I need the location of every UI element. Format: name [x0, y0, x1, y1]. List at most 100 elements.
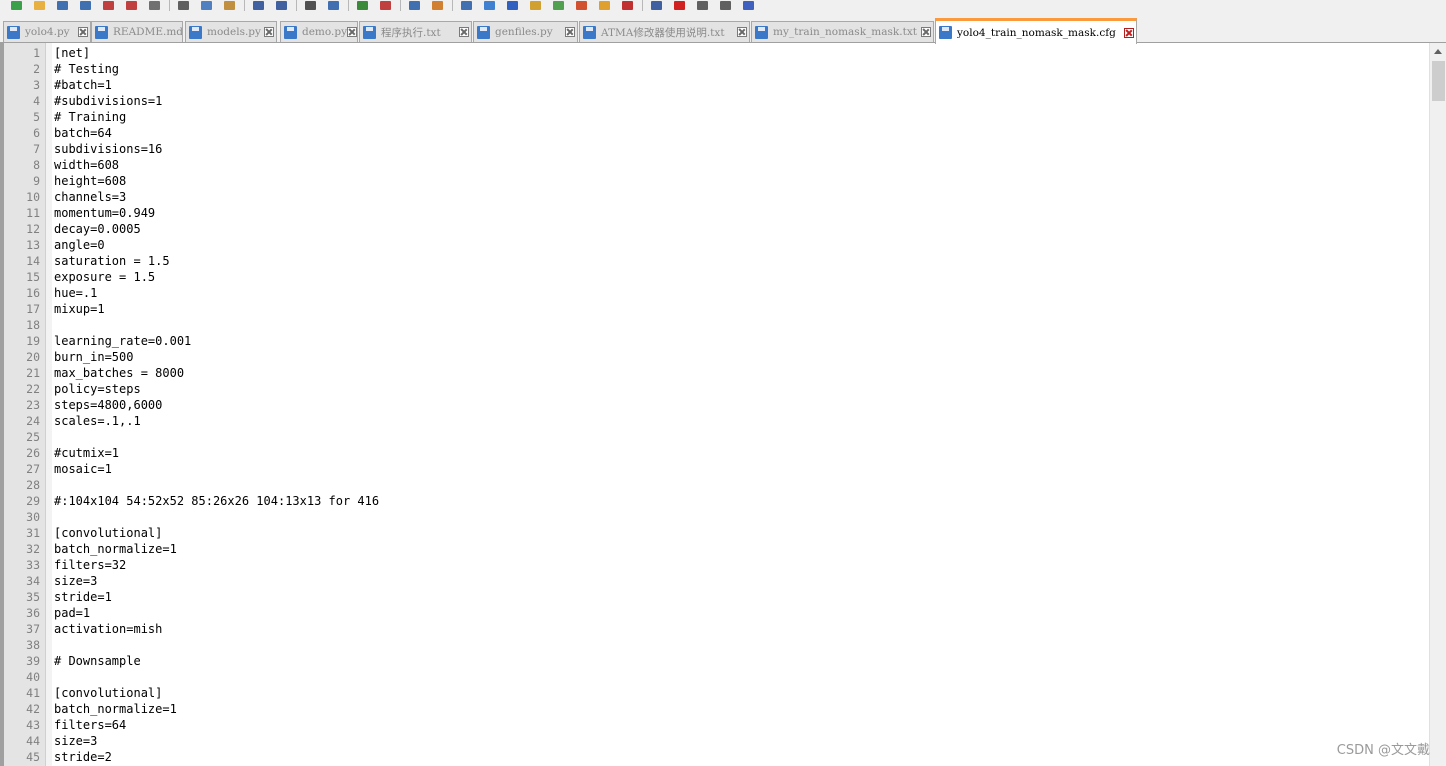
- editor-text-area[interactable]: 1 [net] 2 # Testing 3 #batch=1 4 #subdivisions=…: [4, 45, 1430, 765]
- editor-line[interactable]: 24 scales=.1,.1: [4, 413, 1430, 429]
- monitor-icon[interactable]: [619, 0, 636, 10]
- open-file-icon[interactable]: [31, 0, 48, 10]
- editor-line[interactable]: 17 mixup=1: [4, 301, 1430, 317]
- editor-line[interactable]: 40: [4, 669, 1430, 685]
- tab-atma-txt[interactable]: ATMA修改器使用说明.txt: [579, 21, 750, 42]
- sync-horizontal-icon[interactable]: [429, 0, 446, 10]
- vertical-scrollbar[interactable]: [1429, 43, 1446, 766]
- tab-demo-py[interactable]: demo.py: [280, 21, 358, 42]
- editor-line[interactable]: 26 #cutmix=1: [4, 445, 1430, 461]
- editor-line[interactable]: 41 [convolutional]: [4, 685, 1430, 701]
- play-macro-icon[interactable]: [694, 0, 711, 10]
- editor-line[interactable]: 6 batch=64: [4, 125, 1430, 141]
- undo-icon[interactable]: [250, 0, 267, 10]
- editor-line[interactable]: 12 decay=0.0005: [4, 221, 1430, 237]
- editor-line[interactable]: 44 size=3: [4, 733, 1430, 749]
- record-macro-icon[interactable]: [648, 0, 665, 10]
- close-tab-icon[interactable]: [459, 27, 469, 37]
- scrollbar-thumb[interactable]: [1432, 61, 1445, 101]
- editor-line[interactable]: 28: [4, 477, 1430, 493]
- run-macro-multiple-icon[interactable]: [717, 0, 734, 10]
- indent-guide-icon[interactable]: [504, 0, 521, 10]
- editor-line[interactable]: 45 stride=2: [4, 749, 1430, 765]
- stop-macro-icon[interactable]: [671, 0, 688, 10]
- close-tab-icon[interactable]: [78, 27, 88, 37]
- tab-models-py[interactable]: models.py: [185, 21, 277, 42]
- replace-icon[interactable]: [325, 0, 342, 10]
- editor-line[interactable]: 7 subdivisions=16: [4, 141, 1430, 157]
- editor-line[interactable]: 1 [net]: [4, 45, 1430, 61]
- new-file-icon[interactable]: [8, 0, 25, 10]
- language-icon[interactable]: [527, 0, 544, 10]
- editor-line[interactable]: 23 steps=4800,6000: [4, 397, 1430, 413]
- editor-line[interactable]: 25: [4, 429, 1430, 445]
- save-all-icon[interactable]: [77, 0, 94, 10]
- close-icon[interactable]: [100, 0, 117, 10]
- editor-line[interactable]: 2 # Testing: [4, 61, 1430, 77]
- line-number: 32: [26, 542, 40, 556]
- close-tab-icon[interactable]: [264, 27, 274, 37]
- scroll-up-arrow-icon[interactable]: [1434, 49, 1442, 54]
- print-icon[interactable]: [146, 0, 163, 10]
- editor-line[interactable]: 36 pad=1: [4, 605, 1430, 621]
- editor-line[interactable]: 8 width=608: [4, 157, 1430, 173]
- editor-line[interactable]: 20 burn_in=500: [4, 349, 1430, 365]
- editor-line[interactable]: 35 stride=1: [4, 589, 1430, 605]
- editor-line[interactable]: 4 #subdivisions=1: [4, 93, 1430, 109]
- show-all-chars-icon[interactable]: [481, 0, 498, 10]
- editor-line[interactable]: 5 # Training: [4, 109, 1430, 125]
- editor-line[interactable]: 15 exposure = 1.5: [4, 269, 1430, 285]
- line-text: [convolutional]: [54, 526, 163, 540]
- tab-readme-md[interactable]: README.md: [91, 21, 183, 42]
- find-icon[interactable]: [302, 0, 319, 10]
- redo-icon[interactable]: [273, 0, 290, 10]
- editor-line[interactable]: 30: [4, 509, 1430, 525]
- tab-genfiles-py[interactable]: genfiles.py: [473, 21, 578, 42]
- sync-vertical-icon[interactable]: [406, 0, 423, 10]
- editor-line[interactable]: 11 momentum=0.949: [4, 205, 1430, 221]
- editor-line[interactable]: 34 size=3: [4, 573, 1430, 589]
- editor-line[interactable]: 42 batch_normalize=1: [4, 701, 1430, 717]
- editor-line[interactable]: 31 [convolutional]: [4, 525, 1430, 541]
- editor-line[interactable]: 18: [4, 317, 1430, 333]
- paste-icon[interactable]: [221, 0, 238, 10]
- close-tab-icon[interactable]: [565, 27, 575, 37]
- zoom-in-icon[interactable]: [354, 0, 371, 10]
- editor-line[interactable]: 9 height=608: [4, 173, 1430, 189]
- editor-line[interactable]: 29 #:104x104 54:52x52 85:26x26 104:13x13 …: [4, 493, 1430, 509]
- close-tab-icon[interactable]: [347, 27, 357, 37]
- editor-line[interactable]: 14 saturation = 1.5: [4, 253, 1430, 269]
- close-tab-icon[interactable]: [1124, 27, 1134, 38]
- close-tab-icon[interactable]: [737, 27, 747, 37]
- editor-line[interactable]: 22 policy=steps: [4, 381, 1430, 397]
- editor-line[interactable]: 37 activation=mish: [4, 621, 1430, 637]
- doc-map-icon[interactable]: [550, 0, 567, 10]
- editor-line[interactable]: 43 filters=64: [4, 717, 1430, 733]
- tab-yolo4-train-nomask-mask-cfg[interactable]: yolo4_train_nomask_mask.cfg: [935, 18, 1137, 44]
- save-macro-icon[interactable]: [740, 0, 757, 10]
- editor-line[interactable]: 38: [4, 637, 1430, 653]
- editor-line[interactable]: 39 # Downsample: [4, 653, 1430, 669]
- cut-icon[interactable]: [175, 0, 192, 10]
- editor-line[interactable]: 3 #batch=1: [4, 77, 1430, 93]
- editor-line[interactable]: 21 max_batches = 8000: [4, 365, 1430, 381]
- copy-icon[interactable]: [198, 0, 215, 10]
- editor-line[interactable]: 27 mosaic=1: [4, 461, 1430, 477]
- function-list-icon[interactable]: [573, 0, 590, 10]
- editor-line[interactable]: 33 filters=32: [4, 557, 1430, 573]
- editor-line[interactable]: 32 batch_normalize=1: [4, 541, 1430, 557]
- editor-pane[interactable]: 1 [net] 2 # Testing 3 #batch=1 4 #subdivisions=…: [0, 43, 1446, 766]
- editor-line[interactable]: 13 angle=0: [4, 237, 1430, 253]
- tab-txt[interactable]: 程序执行.txt: [359, 21, 472, 42]
- folder-workspace-icon[interactable]: [596, 0, 613, 10]
- editor-line[interactable]: 10 channels=3: [4, 189, 1430, 205]
- close-tab-icon[interactable]: [921, 27, 931, 37]
- zoom-out-icon[interactable]: [377, 0, 394, 10]
- save-icon[interactable]: [54, 0, 71, 10]
- close-all-icon[interactable]: [123, 0, 140, 10]
- tab-yolo4-py[interactable]: yolo4.py: [3, 21, 91, 42]
- editor-line[interactable]: 16 hue=.1: [4, 285, 1430, 301]
- editor-line[interactable]: 19 learning_rate=0.001: [4, 333, 1430, 349]
- word-wrap-icon[interactable]: [458, 0, 475, 10]
- tab-my-train-nomask-mask-txt[interactable]: my_train_nomask_mask.txt: [751, 21, 934, 42]
